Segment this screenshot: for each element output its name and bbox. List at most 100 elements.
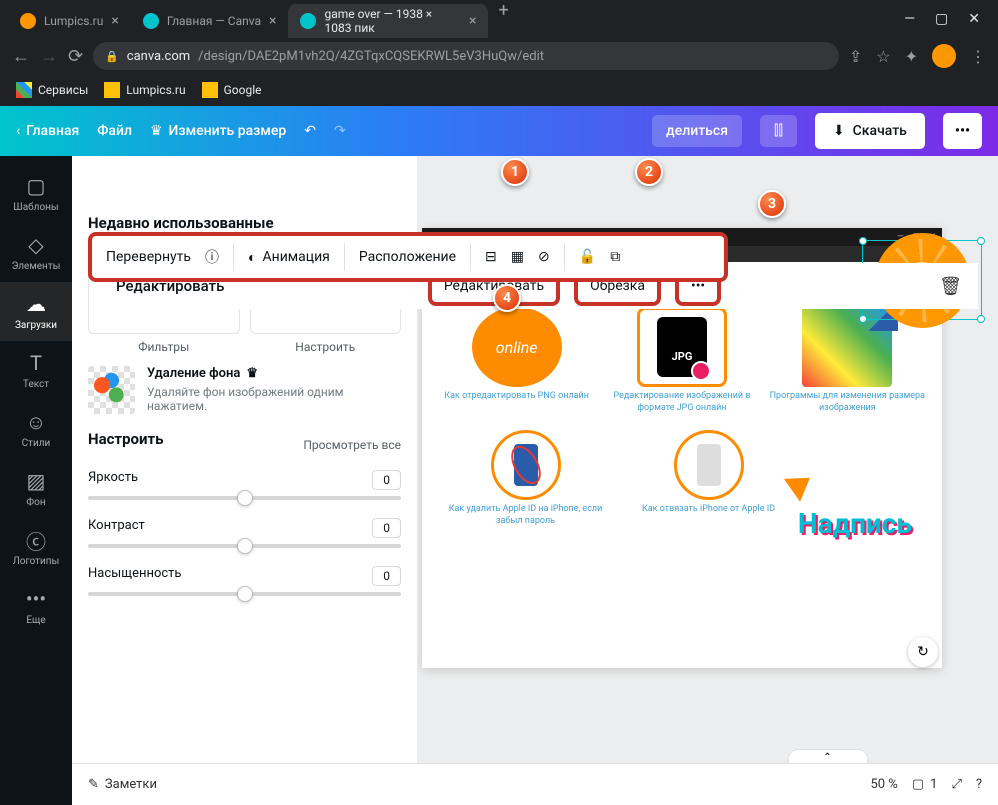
- undo-icon[interactable]: ↶: [304, 123, 316, 139]
- lock-icon: 🔒: [105, 50, 119, 63]
- rail-background[interactable]: ▨Фон: [0, 459, 72, 518]
- card-appleid-remove: Как удалить Apple ID на iPhone, если заб…: [438, 430, 613, 527]
- more-button[interactable]: •••: [943, 113, 982, 149]
- templates-icon: ▢: [24, 174, 48, 198]
- fullscreen-icon[interactable]: ⤢: [951, 777, 961, 792]
- slider-value[interactable]: 0: [372, 566, 401, 586]
- card-png: onlineКак отредактировать PNG онлайн: [438, 307, 595, 414]
- rail-more[interactable]: •••Еще: [0, 577, 72, 636]
- bookmark-google[interactable]: Google: [202, 82, 262, 98]
- phone-icon: [697, 444, 721, 486]
- bookmarks-bar: Сервисы Lumpics.ru Google: [0, 74, 998, 106]
- new-tab-button[interactable]: +: [488, 0, 518, 38]
- annotation-badge-3: 3: [758, 190, 786, 218]
- favicon: [20, 13, 36, 29]
- close-window-icon[interactable]: ✕: [968, 11, 980, 27]
- close-icon[interactable]: ×: [111, 13, 118, 29]
- duplicate-icon[interactable]: ⧉: [610, 249, 620, 265]
- filters-label: Фильтры: [88, 340, 240, 354]
- resize-button[interactable]: ♛ Изменить размер: [150, 123, 286, 139]
- canva-app: ‹ Главная Файл ♛ Изменить размер ↶ ↷ дел…: [0, 106, 998, 805]
- info-icon[interactable]: ⓘ: [205, 247, 219, 267]
- brightness-slider[interactable]: Яркость 0: [88, 470, 401, 500]
- resize-handle[interactable]: [859, 315, 867, 323]
- bookmark-services[interactable]: Сервисы: [16, 82, 88, 98]
- file-menu[interactable]: Файл: [97, 123, 132, 139]
- maximize-icon[interactable]: ▢: [935, 11, 948, 27]
- rail-uploads[interactable]: ☁Загрузки: [0, 282, 72, 341]
- tab-label: game over — 1938 × 1083 пик: [324, 7, 461, 35]
- rail-logos[interactable]: ⓒЛоготипы: [0, 518, 72, 577]
- help-icon[interactable]: ?: [976, 777, 982, 792]
- forward-icon[interactable]: →: [40, 46, 58, 67]
- slider-knob[interactable]: [237, 490, 253, 506]
- chart-icon[interactable]: ⫿⫿: [760, 115, 797, 147]
- favicon: [300, 13, 316, 29]
- resize-handle[interactable]: [859, 237, 867, 245]
- rail-elements[interactable]: ◇Элементы: [0, 223, 72, 282]
- logos-icon: ⓒ: [24, 528, 48, 552]
- annotation-badge-4: 4: [493, 284, 521, 312]
- contrast-slider[interactable]: Контраст0: [88, 518, 401, 548]
- zoom-level[interactable]: 50 %: [870, 777, 897, 792]
- rotate-button[interactable]: ↻: [908, 637, 938, 667]
- back-icon[interactable]: ←: [12, 46, 30, 67]
- slider-value[interactable]: 0: [372, 518, 401, 538]
- rail-templates[interactable]: ▢Шаблоны: [0, 164, 72, 223]
- flip-button[interactable]: Перевернуть: [106, 249, 191, 265]
- slider-value[interactable]: 0: [372, 470, 401, 490]
- side-rail: ▢Шаблоны ◇Элементы ☁Загрузки TТекст ☺Сти…: [0, 156, 72, 805]
- view-all-link[interactable]: Просмотреть все: [303, 438, 401, 452]
- tab-strip: Lumpics.ru × Главная — Canva× game over —…: [8, 0, 519, 38]
- animate-icon: ◐: [248, 249, 256, 266]
- canva-topbar: ‹ Главная Файл ♛ Изменить размер ↶ ↷ дел…: [0, 106, 998, 156]
- transparency-icon[interactable]: ▦: [511, 249, 524, 265]
- text-icon: T: [24, 351, 48, 375]
- share-icon[interactable]: ⇪: [849, 47, 862, 66]
- extension-icon[interactable]: ✦: [905, 47, 918, 66]
- annotation-badge-1: 1: [501, 158, 529, 186]
- profile-avatar[interactable]: [932, 44, 956, 68]
- card-jpg: Редактирование изображений в формате JPG…: [603, 307, 760, 414]
- annotation-badge-2: 2: [635, 158, 663, 186]
- saturation-slider[interactable]: Насыщенность0: [88, 566, 401, 596]
- close-icon[interactable]: ×: [269, 13, 276, 29]
- tab-label: Lumpics.ru: [44, 14, 103, 28]
- home-button[interactable]: ‹ Главная: [16, 123, 79, 139]
- slider-knob[interactable]: [237, 586, 253, 602]
- page-indicator[interactable]: ▢1: [912, 777, 938, 792]
- tab-active[interactable]: game over — 1938 × 1083 пик ×: [288, 4, 488, 38]
- share-button[interactable]: делиться: [652, 115, 742, 147]
- phone-icon: [514, 444, 538, 486]
- url-input[interactable]: 🔒 canva.com/design/DAE2pM1vh2Q/4ZGTqxCQS…: [93, 42, 839, 70]
- position-button[interactable]: Расположение: [359, 249, 456, 265]
- redo-icon[interactable]: ↷: [334, 123, 346, 139]
- slider-label: Яркость: [88, 470, 138, 490]
- link-icon[interactable]: ⊘: [538, 249, 550, 265]
- trash-icon[interactable]: 🗑: [939, 276, 962, 297]
- close-icon[interactable]: ×: [469, 13, 476, 29]
- notes-button[interactable]: ✎ Заметки: [88, 777, 157, 792]
- download-button[interactable]: ⬇Скачать: [815, 113, 925, 149]
- bg-remove-desc: Удаляйте фон изображений одним нажатием.: [147, 385, 401, 413]
- resize-handle[interactable]: [977, 315, 985, 323]
- card-appleid-unlink: Как отвязать iPhone от Apple ID: [621, 430, 796, 527]
- star-icon[interactable]: ☆: [876, 47, 890, 66]
- tab-canva-home[interactable]: Главная — Canva×: [131, 4, 289, 38]
- rail-text[interactable]: TТекст: [0, 341, 72, 400]
- rail-styles[interactable]: ☺Стили: [0, 400, 72, 459]
- text-element[interactable]: Надпись: [798, 507, 912, 540]
- tab-lumpics[interactable]: Lumpics.ru ×: [8, 4, 131, 38]
- lock-icon[interactable]: 🔓: [579, 249, 596, 265]
- animate-button[interactable]: ◐ Анимация: [248, 249, 330, 266]
- paint-roller-icon[interactable]: ⊟: [485, 249, 497, 265]
- minimize-icon[interactable]: —: [904, 11, 915, 27]
- bg-remove-card[interactable]: Удаление фона ♛ Удаляйте фон изображений…: [72, 366, 417, 430]
- menu-icon[interactable]: ⋮: [970, 47, 986, 66]
- resize-handle[interactable]: [977, 237, 985, 245]
- elements-icon: ◇: [24, 233, 48, 257]
- slider-knob[interactable]: [237, 538, 253, 554]
- bookmark-label: Сервисы: [38, 83, 88, 97]
- bookmark-lumpics[interactable]: Lumpics.ru: [104, 82, 185, 98]
- reload-icon[interactable]: ⟳: [68, 46, 83, 67]
